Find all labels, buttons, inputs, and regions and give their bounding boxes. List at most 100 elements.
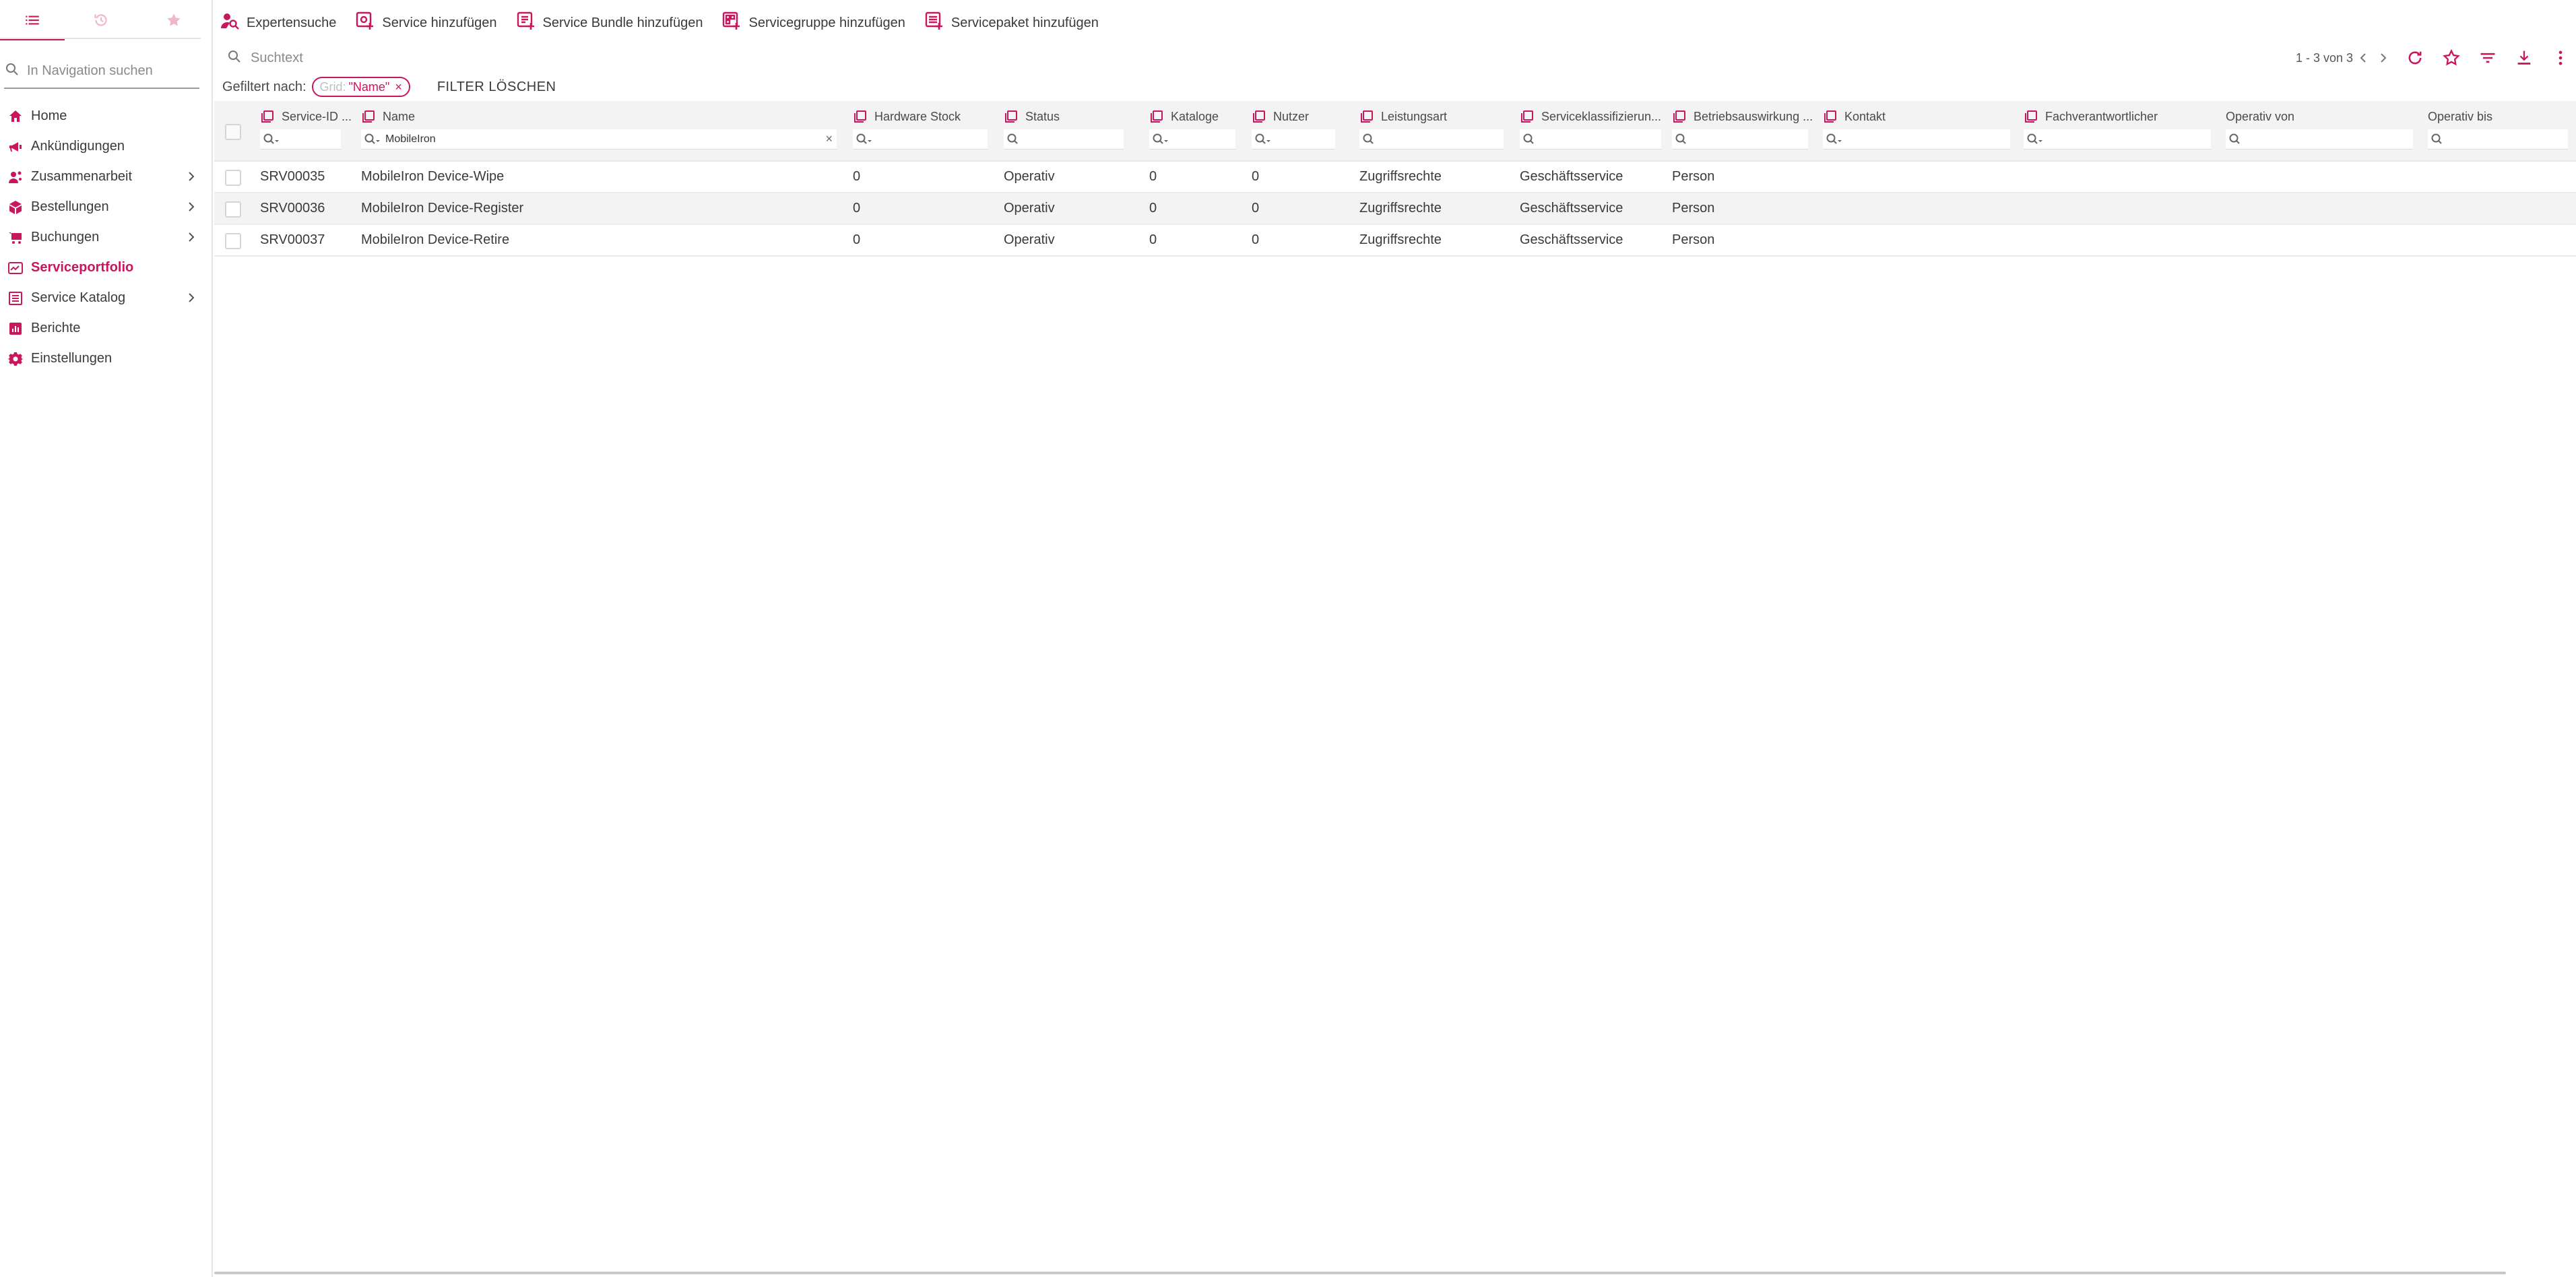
user-search-icon [220, 11, 247, 35]
cell-kataloge: 0 [1149, 232, 1157, 247]
clear-icon[interactable]: × [825, 132, 833, 146]
cell-leistungsart: Zugriffsrechte [1359, 201, 1442, 216]
column-filter-input[interactable] [1382, 132, 1504, 146]
row-checkbox[interactable] [225, 170, 241, 186]
column-menu-icon[interactable] [1672, 109, 1687, 124]
add-service-package-label: Servicepaket hinzufügen [951, 15, 1099, 30]
column-filter-input[interactable] [2249, 132, 2413, 146]
column-filter-input[interactable] [1027, 132, 1124, 146]
report-icon [7, 320, 24, 337]
filter-button[interactable] [2470, 43, 2506, 73]
search-dropdown-icon[interactable] [364, 132, 381, 147]
column-filter-input[interactable] [1543, 132, 1661, 146]
filter-chip[interactable]: Grid: "Name" × [311, 77, 410, 97]
column-header[interactable]: Kataloge [1149, 108, 1219, 125]
add-service-bundle-button[interactable]: Service Bundle hinzufügen [516, 11, 703, 35]
column-filter-input[interactable] [1275, 132, 1335, 146]
refresh-button[interactable] [2397, 43, 2433, 73]
cell-service-id: SRV00035 [260, 169, 325, 184]
service-grid: Service-ID ... Name × Hardware Stock Status K… [214, 101, 2576, 257]
column-header[interactable]: Status [1004, 108, 1060, 125]
column-kataloge: Kataloge [1149, 101, 1244, 160]
sidebar-item-settings[interactable]: Einstellungen [0, 343, 212, 374]
column-header[interactable]: Operativ bis [2428, 108, 2492, 125]
sidebar-item-reports[interactable]: Berichte [0, 313, 212, 343]
previous-page-button[interactable] [2353, 48, 2373, 68]
search-dropdown-icon[interactable] [1152, 132, 1169, 147]
column-menu-icon[interactable] [1823, 109, 1838, 124]
column-filter-input[interactable] [2451, 132, 2568, 146]
more-options-button[interactable] [2542, 43, 2576, 73]
column-menu-icon[interactable] [1149, 109, 1164, 124]
search-dropdown-icon[interactable] [2026, 132, 2044, 147]
column-header[interactable]: Kontakt [1823, 108, 1886, 125]
search-input[interactable] [249, 49, 858, 67]
column-header[interactable]: Fachverantwortlicher [2024, 108, 2158, 125]
column-filter-input[interactable] [876, 132, 988, 146]
search-dropdown-icon[interactable] [263, 132, 280, 147]
column-menu-icon[interactable] [1359, 109, 1374, 124]
column-header[interactable]: Operativ von [2226, 108, 2294, 125]
table-row[interactable]: SRV00035 MobileIron Device-Wipe 0 Operativ 0… [214, 162, 2576, 193]
horizontal-scrollbar[interactable] [214, 1272, 2506, 1274]
search-dropdown-icon[interactable] [1826, 132, 1843, 147]
table-row[interactable]: SRV00036 MobileIron Device-Register 0 Opera… [214, 193, 2576, 225]
search-icon [4, 61, 26, 81]
column-header[interactable]: Betriebsauswirkung ... [1672, 108, 1813, 125]
column-menu-icon[interactable] [361, 109, 376, 124]
add-service-package-button[interactable]: Servicepaket hinzufügen [924, 11, 1099, 35]
column-header[interactable]: Leistungsart [1359, 108, 1447, 125]
column-filter-input[interactable] [283, 132, 341, 146]
search-icon [1007, 133, 1018, 144]
select-all-checkbox[interactable] [225, 124, 241, 140]
cell-service-id: SRV00036 [260, 201, 325, 216]
column-header[interactable]: Hardware Stock [853, 108, 961, 125]
column-header[interactable]: Service-ID ... [260, 108, 352, 125]
column-menu-icon[interactable] [2024, 109, 2038, 124]
column-filter-input[interactable] [384, 132, 837, 146]
column-filter-input[interactable] [1695, 132, 1808, 146]
sidebar-item-home[interactable]: Home [0, 101, 212, 131]
navigation-search-input[interactable] [26, 62, 197, 79]
add-service-button[interactable]: Service hinzufügen [355, 11, 497, 35]
column-menu-icon[interactable] [1004, 109, 1019, 124]
column-menu-icon[interactable] [1520, 109, 1535, 124]
cell-nutzer: 0 [1252, 201, 1260, 216]
sidebar-item-collaboration[interactable]: Zusammenarbeit [0, 162, 212, 192]
row-checkbox[interactable] [225, 233, 241, 249]
chevron-right-icon [189, 232, 195, 242]
sidebar-item-service-catalog[interactable]: Service Katalog [0, 283, 212, 313]
tab-favorites[interactable] [141, 5, 206, 38]
expert-search-button[interactable]: Expertensuche [220, 11, 336, 35]
column-header[interactable]: Serviceklassifizierun... [1520, 108, 1661, 125]
column-filter-input[interactable] [2047, 132, 2211, 146]
next-page-button[interactable] [2373, 48, 2393, 68]
column-menu-icon[interactable] [1252, 109, 1266, 124]
table-row[interactable]: SRV00037 MobileIron Device-Retire 0 Operati… [214, 225, 2576, 257]
active-filters: Gefiltert nach: Grid: "Name" × FILTER LÖ… [222, 75, 556, 98]
cell-nutzer: 0 [1252, 232, 1260, 247]
column-filter-input[interactable] [1172, 132, 1235, 146]
column-header[interactable]: Name [361, 108, 415, 125]
column-kontakt: Kontakt [1823, 101, 2018, 160]
sidebar-item-serviceportfolio[interactable]: Serviceportfolio [0, 253, 212, 283]
sidebar-item-announcements[interactable]: Ankündigungen [0, 131, 212, 162]
sidebar-item-orders[interactable]: Bestellungen [0, 192, 212, 222]
favorite-button[interactable] [2433, 43, 2470, 73]
add-service-group-button[interactable]: Servicegruppe hinzufügen [721, 11, 905, 35]
clear-filter-button[interactable]: FILTER LÖSCHEN [437, 79, 556, 95]
sidebar-item-bookings[interactable]: Buchungen [0, 222, 212, 253]
tab-navigation[interactable] [0, 5, 65, 40]
search-dropdown-icon[interactable] [856, 132, 873, 147]
tab-history[interactable] [69, 5, 133, 38]
close-icon[interactable]: × [395, 80, 402, 94]
column-menu-icon[interactable] [853, 109, 868, 124]
row-checkbox[interactable] [225, 201, 241, 218]
download-button[interactable] [2506, 43, 2542, 73]
group-add-icon [721, 11, 748, 35]
column-menu-icon[interactable] [260, 109, 275, 124]
column-header[interactable]: Nutzer [1252, 108, 1309, 125]
column-status: Status [1004, 101, 1132, 160]
search-dropdown-icon[interactable] [1254, 132, 1272, 147]
column-filter-input[interactable] [1846, 132, 2010, 146]
